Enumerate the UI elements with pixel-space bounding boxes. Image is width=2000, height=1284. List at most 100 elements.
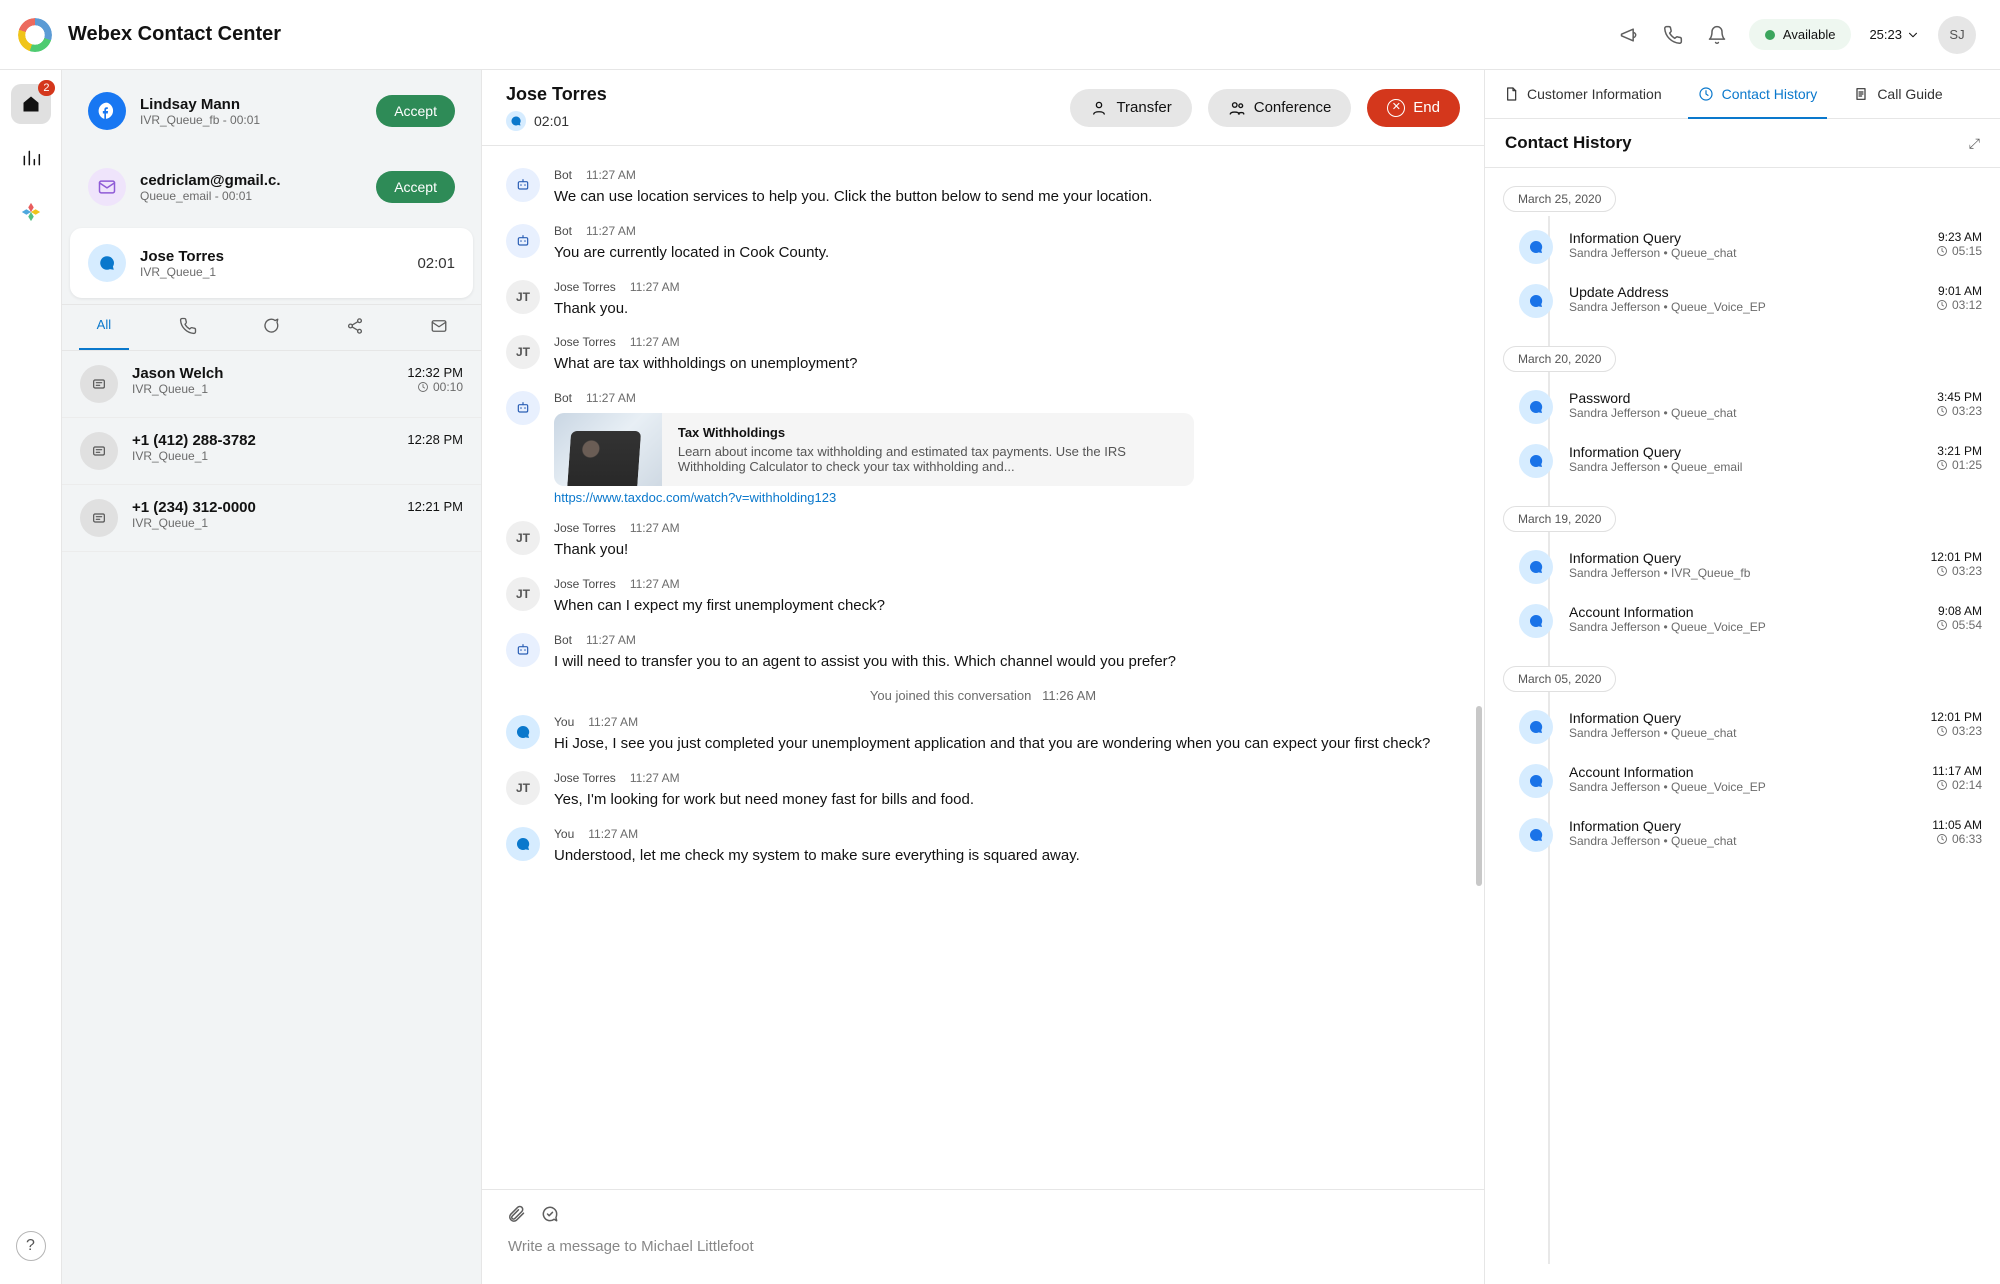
left-tab-social[interactable] — [313, 305, 397, 350]
history-name: Jason Welch — [132, 365, 393, 382]
message-time: 11:27 AM — [586, 633, 636, 647]
compose-input[interactable] — [506, 1237, 1460, 1256]
info-panel: Customer Information Contact History Cal… — [1484, 70, 2000, 1284]
left-tab-chat[interactable] — [230, 305, 314, 350]
queue-item[interactable]: Jose TorresIVR_Queue_102:01 — [70, 228, 473, 298]
timeline-item[interactable]: Information QuerySandra Jefferson • IVR_… — [1503, 550, 1982, 584]
left-tab-all[interactable]: All — [62, 305, 146, 350]
left-tab-email[interactable] — [397, 305, 481, 350]
timeline-sub: Sandra Jefferson • Queue_chat — [1569, 834, 1916, 848]
accept-button[interactable]: Accept — [376, 95, 455, 127]
timeline-time: 9:01 AM — [1936, 284, 1982, 298]
queue-item[interactable]: cedriclam@gmail.c.Queue_email - 00:01Acc… — [70, 152, 473, 222]
conference-label: Conference — [1254, 99, 1332, 116]
session-timer-value: 25:23 — [1869, 27, 1902, 42]
rail-home[interactable]: 2 — [11, 84, 51, 124]
rail-analytics[interactable] — [11, 138, 51, 178]
accept-button[interactable]: Accept — [376, 171, 455, 203]
message-row: JTJose Torres11:27 AMThank you. — [506, 280, 1460, 320]
transfer-button[interactable]: Transfer — [1070, 89, 1191, 127]
history-name: +1 (412) 288-3782 — [132, 432, 393, 449]
quick-reply-button[interactable] — [540, 1204, 560, 1227]
left-tab-voice[interactable] — [146, 305, 230, 350]
conference-button[interactable]: Conference — [1208, 89, 1352, 127]
session-timer[interactable]: 25:23 — [1869, 27, 1920, 42]
card-link[interactable]: https://www.taxdoc.com/watch?v=withholdi… — [554, 490, 836, 505]
bot-avatar-icon — [506, 633, 540, 667]
timeline-duration: 01:25 — [1936, 458, 1982, 472]
message-row: Bot11:27 AMWe can use location services … — [506, 168, 1460, 208]
announcement-icon[interactable] — [1607, 13, 1651, 57]
queue-item-sub: IVR_Queue_fb - 00:01 — [140, 113, 362, 127]
end-button[interactable]: ✕ End — [1367, 89, 1460, 127]
rail-apps[interactable] — [11, 192, 51, 232]
tab-customer-label: Customer Information — [1527, 86, 1662, 102]
chat-icon — [1519, 550, 1553, 584]
channel-icon — [80, 499, 118, 537]
message-list[interactable]: Bot 11:27 AM We can use location services … — [482, 146, 1484, 1189]
channel-icon — [88, 244, 126, 282]
contact-history-timeline[interactable]: March 25, 2020Information QuerySandra Je… — [1485, 168, 2000, 1284]
chat-bubble-icon — [262, 317, 280, 335]
timeline-item[interactable]: Information QuerySandra Jefferson • Queu… — [1503, 710, 1982, 744]
phone-icon[interactable] — [1651, 13, 1695, 57]
channel-icon — [80, 432, 118, 470]
help-icon: ? — [16, 1231, 46, 1261]
timeline-sub: Sandra Jefferson • IVR_Queue_fb — [1569, 566, 1915, 580]
user-transfer-icon — [1090, 99, 1108, 117]
info-card[interactable]: Tax WithholdingsLearn about income tax w… — [554, 413, 1194, 486]
timeline-item[interactable]: Information QuerySandra Jefferson • Queu… — [1503, 818, 1982, 852]
bell-icon[interactable] — [1695, 13, 1739, 57]
scrollbar-thumb[interactable] — [1476, 706, 1482, 886]
conversation-title: Jose Torres — [506, 84, 1054, 105]
agent-status-pill[interactable]: Available — [1749, 19, 1852, 50]
queue-item[interactable]: Lindsay MannIVR_Queue_fb - 00:01 Accept — [70, 76, 473, 146]
message-text: We can use location services to help you… — [554, 186, 1460, 208]
timeline-item[interactable]: Update AddressSandra Jefferson • Queue_V… — [1503, 284, 1982, 318]
you-avatar-icon — [506, 715, 540, 749]
timeline-item[interactable]: Account InformationSandra Jefferson • Qu… — [1503, 604, 1982, 638]
message-text: Understood, let me check my system to ma… — [554, 845, 1460, 867]
timeline-item[interactable]: Account InformationSandra Jefferson • Qu… — [1503, 764, 1982, 798]
message-row: Bot 11:27 AM I will need to transfer you t… — [506, 633, 1460, 673]
channel-icon — [88, 92, 126, 130]
history-sub: IVR_Queue_1 — [132, 516, 393, 530]
card-title: Tax Withholdings — [678, 425, 1178, 440]
timeline-title: Update Address — [1569, 284, 1920, 300]
rail-help[interactable]: ? — [11, 1226, 51, 1266]
chat-icon — [1519, 818, 1553, 852]
queue-item-name: cedriclam@gmail.c. — [140, 172, 362, 189]
left-history-item[interactable]: Jason WelchIVR_Queue_112:32 PM00:10 — [62, 351, 481, 418]
mail-icon — [430, 317, 448, 335]
timeline-time: 9:23 AM — [1936, 230, 1982, 244]
user-avatar[interactable]: SJ — [1938, 16, 1976, 54]
timeline-sub: Sandra Jefferson • Queue_chat — [1569, 726, 1915, 740]
attachment-button[interactable] — [506, 1204, 526, 1227]
info-panel-header: Contact History ⤢ — [1485, 119, 2000, 168]
timeline-duration: 06:33 — [1932, 832, 1982, 846]
tab-contact-history[interactable]: Contact History — [1680, 70, 1836, 118]
tab-call-guide[interactable]: Call Guide — [1835, 70, 1960, 118]
timeline-title: Password — [1569, 390, 1920, 406]
timeline-duration: 03:23 — [1931, 724, 1982, 738]
expand-icon[interactable]: ⤢ — [1969, 135, 1980, 152]
message-time: 11:27 AM — [630, 771, 680, 785]
left-history-item[interactable]: +1 (234) 312-0000IVR_Queue_112:21 PM — [62, 485, 481, 552]
timeline-item[interactable]: Information QuerySandra Jefferson • Queu… — [1503, 444, 1982, 478]
message-sender: Bot — [554, 633, 572, 647]
timeline-time: 9:08 AM — [1936, 604, 1982, 618]
conversation-header: Jose Torres 02:01 Transfer Conference ✕ … — [482, 70, 1484, 146]
timeline-item[interactable]: PasswordSandra Jefferson • Queue_chat3:4… — [1503, 390, 1982, 424]
status-dot-icon — [1765, 30, 1775, 40]
timeline-time: 11:05 AM — [1932, 818, 1982, 832]
message-sender: Jose Torres — [554, 280, 616, 294]
timeline-item[interactable]: Information QuerySandra Jefferson • Queu… — [1503, 230, 1982, 264]
message-time: 11:27 AM — [630, 577, 680, 591]
tab-customer-information[interactable]: Customer Information — [1485, 70, 1680, 118]
message-text: I will need to transfer you to an agent … — [554, 651, 1460, 673]
left-history-item[interactable]: +1 (412) 288-3782IVR_Queue_112:28 PM — [62, 418, 481, 485]
queue-item-name: Lindsay Mann — [140, 96, 362, 113]
channel-icon — [80, 365, 118, 403]
timeline-title: Information Query — [1569, 818, 1916, 834]
card-image — [554, 413, 662, 486]
